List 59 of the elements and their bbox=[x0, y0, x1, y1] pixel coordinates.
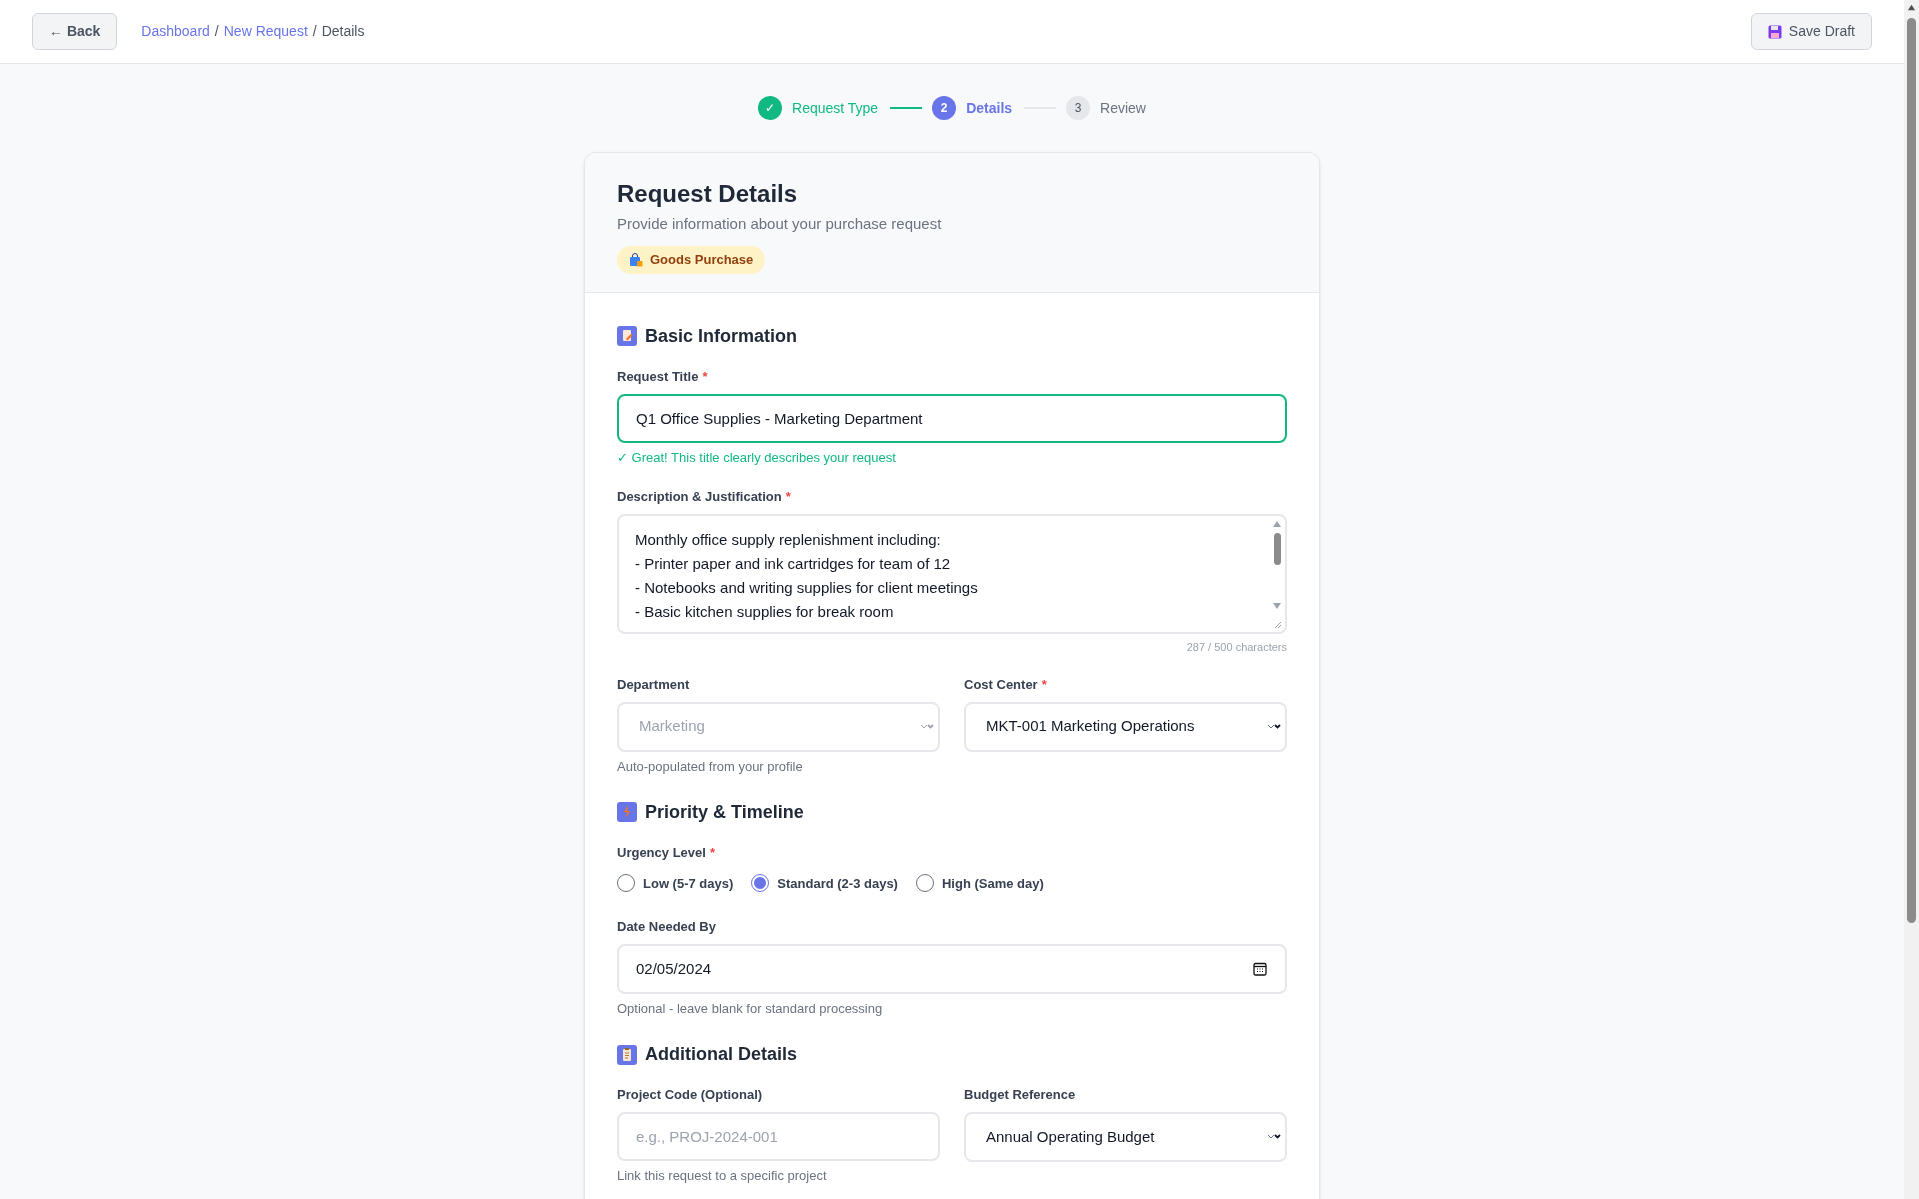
scroll-down-icon[interactable] bbox=[1272, 601, 1282, 610]
field-label: Project Code (Optional) bbox=[617, 1086, 764, 1104]
character-counter: 287 / 500 characters bbox=[1185, 639, 1287, 654]
lightning-icon bbox=[617, 802, 637, 822]
clipboard-icon bbox=[617, 1044, 637, 1065]
section-title: Priority & Timeline bbox=[645, 800, 804, 824]
field-hint: Link this request to a specific project bbox=[617, 1168, 828, 1184]
section-title: Basic Information bbox=[645, 324, 798, 348]
scrollbar-thumb[interactable] bbox=[1273, 532, 1281, 565]
radio-button[interactable] bbox=[915, 874, 934, 893]
radio-option[interactable]: Low (5-7 days) bbox=[617, 873, 734, 893]
required-mark: * bbox=[1041, 676, 1047, 692]
scrollbar[interactable] bbox=[1904, 0, 1919, 1199]
field-label: Request Title * bbox=[617, 367, 709, 386]
field-label: Description & Justification * bbox=[617, 487, 792, 506]
step-label: Details bbox=[966, 98, 1013, 118]
breadcrumb-link[interactable]: New Request bbox=[223, 21, 308, 42]
back-button[interactable]: ← Back bbox=[32, 13, 118, 50]
required-mark: * bbox=[702, 368, 708, 384]
step-marker: 3 bbox=[1066, 96, 1091, 120]
chevron-down-icon bbox=[1267, 1132, 1281, 1142]
card-title: Request Details bbox=[617, 179, 799, 209]
text-field[interactable]: e.g., PROJ-2024-001 bbox=[617, 1112, 940, 1161]
required-mark: * bbox=[785, 488, 791, 504]
select-field[interactable]: MKT-001 Marketing Operations bbox=[964, 701, 1287, 752]
field-label: Date Needed By bbox=[617, 918, 717, 936]
step-label: Request Type bbox=[792, 98, 879, 118]
request-type-badge: Goods Purchase bbox=[617, 245, 766, 274]
field-hint: Optional - leave blank for standard processing bbox=[617, 1001, 884, 1017]
step-marker: 2 bbox=[932, 96, 957, 120]
date-field[interactable]: 02/05/2024 bbox=[617, 944, 1287, 994]
save-draft-button[interactable]: Save Draft bbox=[1750, 13, 1872, 50]
step-label: Review bbox=[1100, 98, 1146, 118]
step-marker: ✓ bbox=[758, 96, 782, 120]
select-field[interactable]: Annual Operating Budget bbox=[964, 1112, 1287, 1162]
required-mark: * bbox=[709, 844, 715, 860]
field-hint: Auto-populated from your profile bbox=[617, 758, 804, 775]
breadcrumb-separator: / bbox=[214, 22, 219, 41]
scroll-up-icon[interactable] bbox=[1907, 3, 1916, 12]
breadcrumb-separator: / bbox=[312, 22, 317, 41]
radio-button[interactable] bbox=[617, 874, 635, 893]
field-hint: ✓ Great! This title clearly describes your request bbox=[617, 449, 897, 466]
radio-button[interactable] bbox=[751, 874, 770, 893]
calendar-icon[interactable] bbox=[1253, 962, 1267, 976]
document-icon bbox=[617, 326, 637, 346]
chevron-down-icon bbox=[1267, 721, 1281, 732]
field-label: Urgency Level * bbox=[617, 843, 716, 862]
section-title: Additional Details bbox=[645, 1043, 797, 1066]
field-label: Cost Center * bbox=[964, 675, 1048, 694]
radio-option[interactable]: Standard (2-3 days) bbox=[751, 873, 898, 893]
field-label: Budget Reference bbox=[964, 1086, 1077, 1104]
text-field[interactable]: Q1 Office Supplies - Marketing Department bbox=[617, 393, 1287, 443]
field-label: Department bbox=[617, 675, 691, 694]
card-subtitle: Provide information about your purchase request bbox=[617, 214, 943, 234]
breadcrumb-link[interactable]: Dashboard bbox=[141, 21, 210, 42]
shopping-bag-icon bbox=[629, 252, 643, 267]
breadcrumb-current: Details bbox=[321, 22, 365, 41]
radio-option[interactable]: High (Same day) bbox=[915, 873, 1044, 893]
chevron-down-icon bbox=[920, 721, 934, 732]
